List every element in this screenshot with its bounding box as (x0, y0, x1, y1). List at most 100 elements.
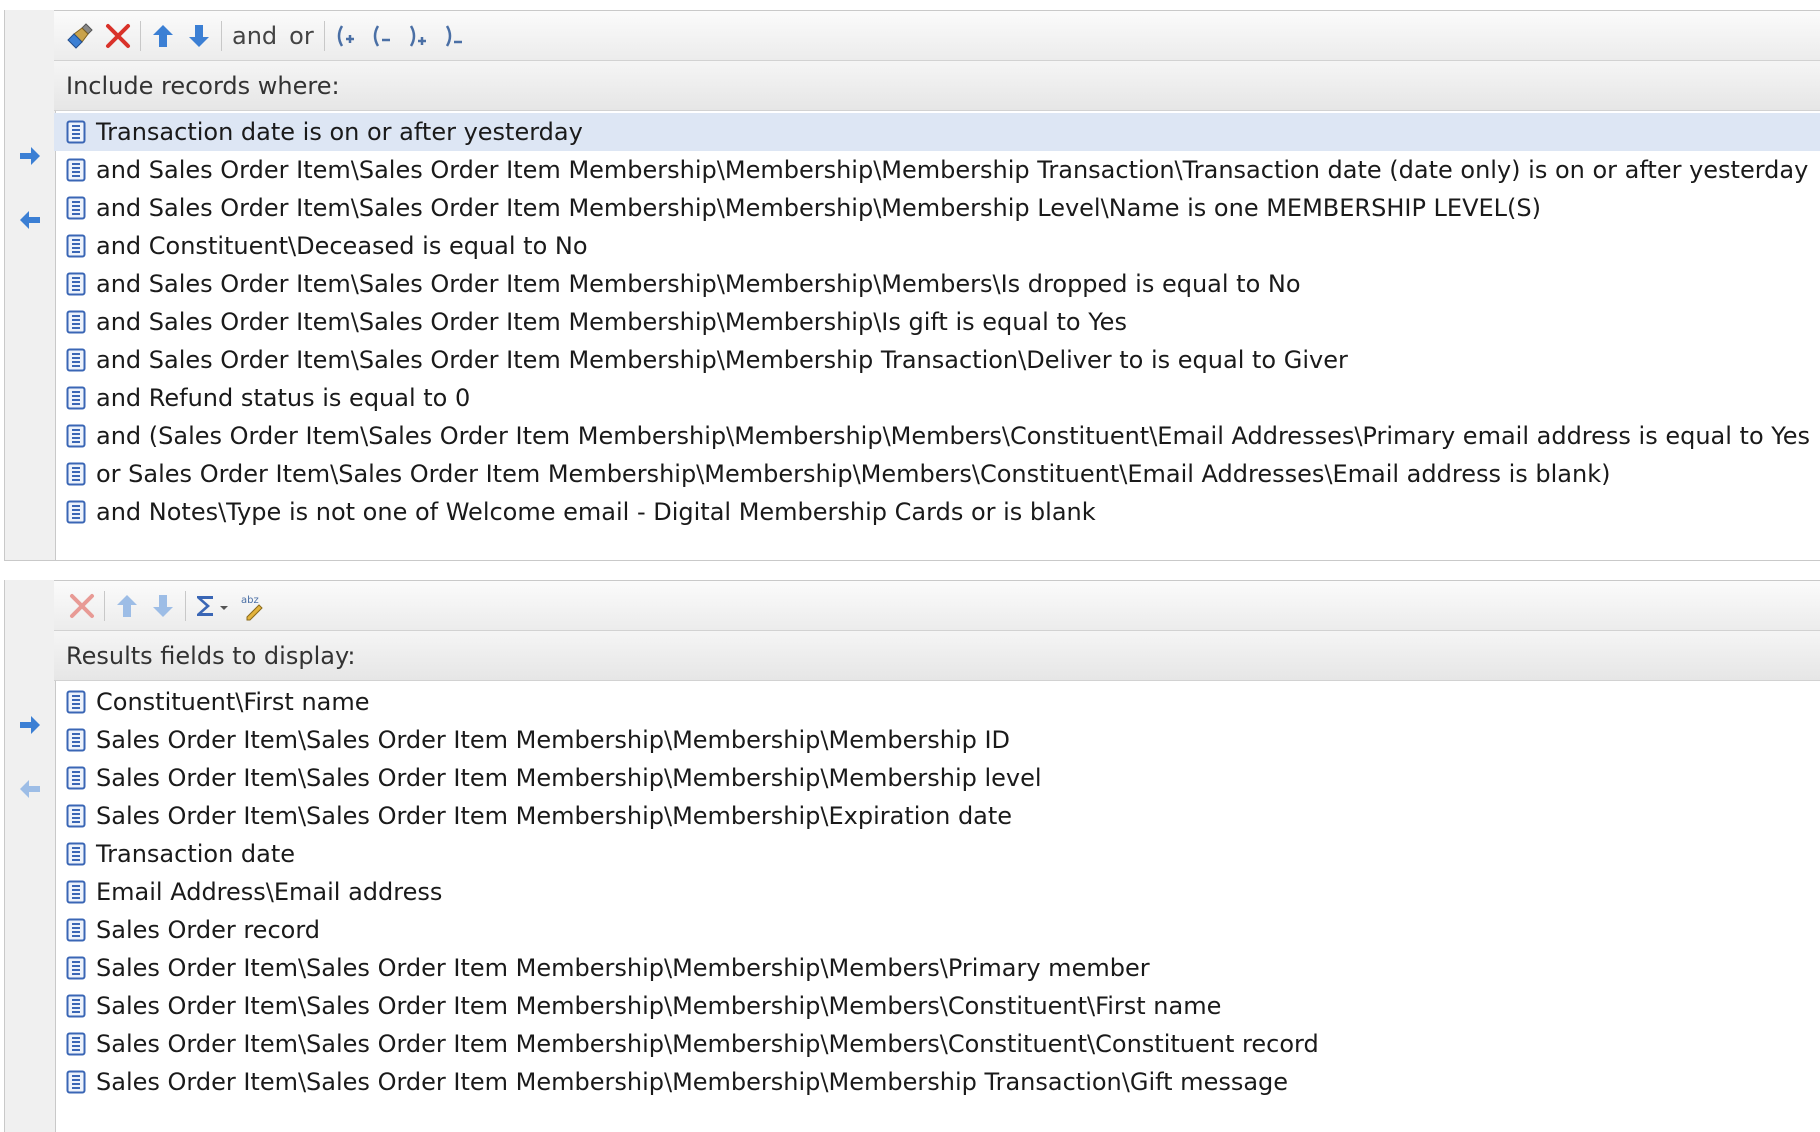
filter-row[interactable]: or Sales Order Item\Sales Order Item Mem… (54, 455, 1820, 493)
filter-row[interactable]: and Sales Order Item\Sales Order Item Me… (54, 189, 1820, 227)
field-icon (66, 462, 86, 486)
add-open-paren-icon[interactable] (329, 18, 365, 54)
filter-row-label: and Refund status is equal to 0 (96, 384, 471, 412)
filter-row[interactable]: and Sales Order Item\Sales Order Item Me… (54, 303, 1820, 341)
field-icon (66, 918, 86, 942)
svg-text:abz: abz (241, 595, 259, 606)
add-output-arrow-icon[interactable] (18, 713, 42, 737)
result-field-label: Sales Order Item\Sales Order Item Member… (96, 954, 1150, 982)
result-field-row[interactable]: Sales Order Item\Sales Order Item Member… (54, 1063, 1820, 1101)
result-field-row[interactable]: Email Address\Email address (54, 873, 1820, 911)
field-icon (66, 310, 86, 334)
filter-row[interactable]: and Sales Order Item\Sales Order Item Me… (54, 265, 1820, 303)
field-icon (66, 234, 86, 258)
filter-row-label: and (Sales Order Item\Sales Order Item M… (96, 422, 1811, 450)
filters-header: Include records where: (54, 61, 1820, 111)
field-icon (66, 766, 86, 790)
result-field-label: Transaction date (96, 840, 296, 868)
move-down-icon[interactable] (181, 18, 217, 54)
filters-side-rail (4, 10, 56, 561)
result-field-label: Sales Order record (96, 916, 321, 944)
delete-filter-icon[interactable] (100, 18, 136, 54)
field-icon (66, 386, 86, 410)
result-field-row[interactable]: Sales Order Item\Sales Order Item Member… (54, 1025, 1820, 1063)
result-field-row[interactable]: Sales Order record (54, 911, 1820, 949)
field-icon (66, 690, 86, 714)
filter-row-label: and Sales Order Item\Sales Order Item Me… (96, 194, 1542, 222)
filter-row-label: and Notes\Type is not one of Welcome ema… (96, 498, 1096, 526)
add-filter-arrow-icon[interactable] (18, 144, 42, 168)
delete-output-icon[interactable] (64, 588, 100, 624)
filter-row-label: Transaction date is on or after yesterda… (96, 118, 583, 146)
move-down-icon[interactable] (145, 588, 181, 624)
field-icon (66, 1032, 86, 1056)
field-icon (66, 424, 86, 448)
field-icon (66, 842, 86, 866)
filter-row[interactable]: and Notes\Type is not one of Welcome ema… (54, 493, 1820, 531)
results-list: Constituent\First name Sales Order Item\… (54, 681, 1820, 1101)
result-field-row[interactable]: Transaction date (54, 835, 1820, 873)
result-field-row[interactable]: Sales Order Item\Sales Order Item Member… (54, 797, 1820, 835)
filters-list: Transaction date is on or after yesterda… (54, 111, 1820, 531)
field-icon (66, 500, 86, 524)
filters-panel: and or Include records where: Transactio… (0, 0, 1820, 563)
remove-filter-arrow-icon[interactable] (18, 208, 42, 232)
result-field-row[interactable]: Sales Order Item\Sales Order Item Member… (54, 949, 1820, 987)
and-operator-button[interactable]: and (226, 18, 283, 54)
filters-toolbar: and or (54, 11, 1820, 61)
results-main: abz Results fields to display: Constitue… (54, 580, 1820, 1132)
add-close-paren-icon[interactable] (401, 18, 437, 54)
result-field-label: Sales Order Item\Sales Order Item Member… (96, 992, 1222, 1020)
result-field-row[interactable]: Sales Order Item\Sales Order Item Member… (54, 721, 1820, 759)
filter-row[interactable]: and Constituent\Deceased is equal to No (54, 227, 1820, 265)
filters-main: and or Include records where: Transactio… (54, 10, 1820, 561)
filter-row[interactable]: and Refund status is equal to 0 (54, 379, 1820, 417)
filter-row-label: and Sales Order Item\Sales Order Item Me… (96, 308, 1127, 336)
remove-output-arrow-icon[interactable] (18, 777, 42, 801)
field-icon (66, 272, 86, 296)
field-icon (66, 728, 86, 752)
toolbar-separator (104, 590, 105, 621)
field-icon (66, 804, 86, 828)
filter-row[interactable]: and Sales Order Item\Sales Order Item Me… (54, 151, 1820, 189)
filter-row[interactable]: Transaction date is on or after yesterda… (54, 113, 1820, 151)
remove-close-paren-icon[interactable] (437, 18, 473, 54)
filter-row-label: and Constituent\Deceased is equal to No (96, 232, 588, 260)
result-field-label: Constituent\First name (96, 688, 370, 716)
field-icon (66, 196, 86, 220)
results-panel: abz Results fields to display: Constitue… (0, 570, 1820, 1132)
result-field-label: Sales Order Item\Sales Order Item Member… (96, 764, 1042, 792)
filter-row-label: and Sales Order Item\Sales Order Item Me… (96, 346, 1348, 374)
result-field-label: Email Address\Email address (96, 878, 443, 906)
filter-row-label: or Sales Order Item\Sales Order Item Mem… (96, 460, 1611, 488)
toolbar-separator (185, 590, 186, 621)
field-icon (66, 120, 86, 144)
move-up-icon[interactable] (109, 588, 145, 624)
result-field-row[interactable]: Constituent\First name (54, 683, 1820, 721)
field-icon (66, 956, 86, 980)
filter-row-label: and Sales Order Item\Sales Order Item Me… (96, 270, 1301, 298)
results-header: Results fields to display: (54, 631, 1820, 681)
results-side-rail (4, 580, 56, 1132)
filter-row[interactable]: and (Sales Order Item\Sales Order Item M… (54, 417, 1820, 455)
result-field-row[interactable]: Sales Order Item\Sales Order Item Member… (54, 759, 1820, 797)
result-field-label: Sales Order Item\Sales Order Item Member… (96, 726, 1011, 754)
toolbar-separator (221, 20, 222, 51)
filter-row[interactable]: and Sales Order Item\Sales Order Item Me… (54, 341, 1820, 379)
result-field-row[interactable]: Sales Order Item\Sales Order Item Member… (54, 987, 1820, 1025)
move-up-icon[interactable] (145, 18, 181, 54)
field-icon (66, 158, 86, 182)
field-icon (66, 348, 86, 372)
result-field-label: Sales Order Item\Sales Order Item Member… (96, 1030, 1319, 1058)
field-icon (66, 994, 86, 1018)
remove-open-paren-icon[interactable] (365, 18, 401, 54)
field-icon (66, 880, 86, 904)
summarize-sigma-dropdown-icon[interactable] (190, 588, 236, 624)
toolbar-separator (323, 20, 325, 51)
toolbar-separator (140, 20, 141, 51)
results-toolbar: abz (54, 581, 1820, 631)
or-operator-button[interactable]: or (283, 18, 320, 54)
rename-column-abc-icon[interactable]: abz (236, 588, 272, 624)
clear-filters-broom-icon[interactable] (64, 18, 100, 54)
filter-row-label: and Sales Order Item\Sales Order Item Me… (96, 156, 1809, 184)
